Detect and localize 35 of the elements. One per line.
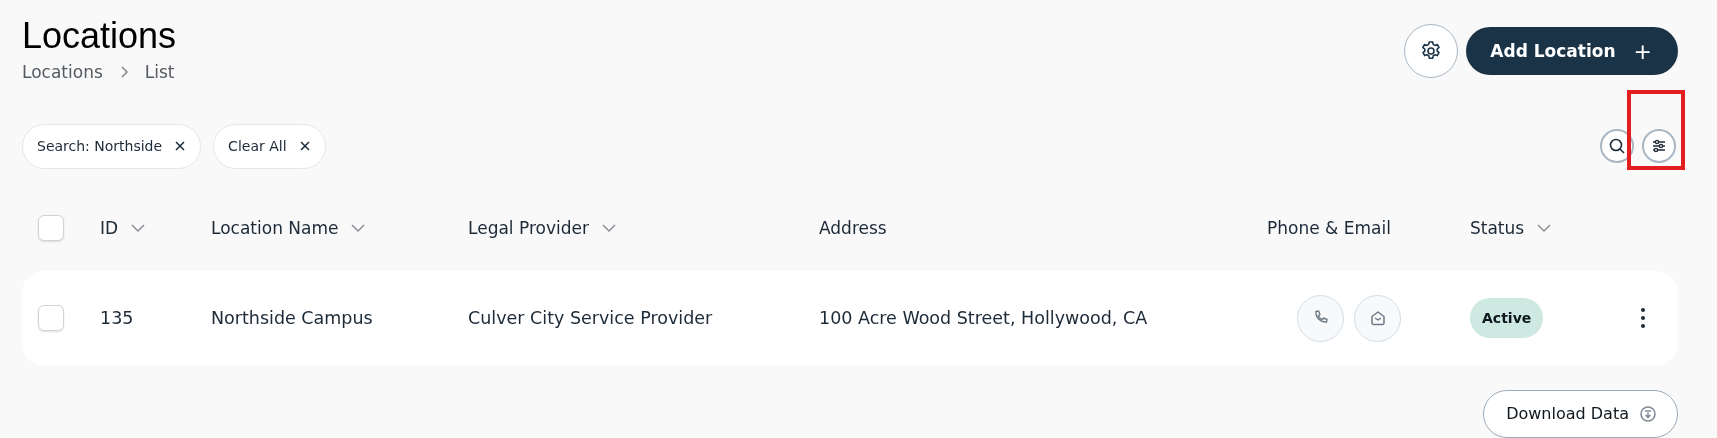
filter-button[interactable] xyxy=(1642,129,1676,164)
phone-button[interactable] xyxy=(1297,294,1344,342)
download-icon xyxy=(1639,404,1657,423)
close-icon xyxy=(298,140,311,153)
envelope-icon xyxy=(1368,309,1387,328)
column-header: Status xyxy=(1470,217,1525,238)
sort-chevron-icon[interactable] xyxy=(350,222,367,233)
select-all-checkbox[interactable] xyxy=(38,214,64,241)
search-icon xyxy=(1608,137,1626,156)
row-checkbox[interactable] xyxy=(38,305,64,332)
column-header: ID xyxy=(100,217,119,238)
settings-button[interactable] xyxy=(1404,24,1459,78)
table-cell: 135 xyxy=(100,308,134,329)
column-header: Legal Provider xyxy=(468,217,589,238)
breadcrumb-link[interactable]: Locations xyxy=(22,61,103,82)
table-cell: Northside Campus xyxy=(211,308,373,329)
page-title: Locations xyxy=(22,16,177,56)
sort-chevron-icon[interactable] xyxy=(1536,222,1553,233)
filter-chip[interactable]: Search: Northside xyxy=(22,123,202,169)
table-cell: Culver City Service Provider xyxy=(468,308,713,329)
download-data-button[interactable]: Download Data xyxy=(1483,389,1678,438)
table-cell: 100 Acre Wood Street, Hollywood, CA xyxy=(819,308,1148,329)
filter-chip[interactable]: Clear All xyxy=(213,123,326,169)
chevron-right-icon xyxy=(118,64,129,79)
column-header: Phone & Email xyxy=(1267,217,1391,238)
sort-chevron-icon[interactable] xyxy=(130,222,147,233)
more-options-icon[interactable] xyxy=(1640,307,1646,330)
close-icon xyxy=(174,140,187,153)
sort-chevron-icon[interactable] xyxy=(600,222,617,233)
add-location-button[interactable]: Add Location + xyxy=(1466,27,1678,75)
email-button[interactable] xyxy=(1354,294,1401,342)
status-badge: Active xyxy=(1470,298,1544,339)
column-header: Address xyxy=(819,217,887,238)
breadcrumb-current: List xyxy=(144,61,175,82)
column-header: Location Name xyxy=(211,217,339,238)
